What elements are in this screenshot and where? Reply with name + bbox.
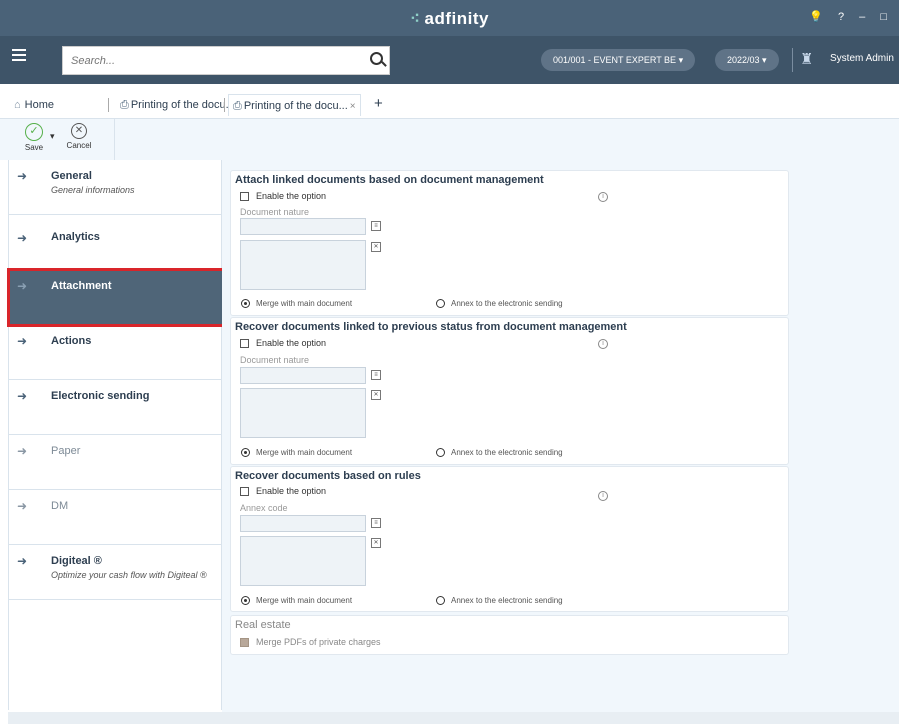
period-selector[interactable]: 2022/03 ▾ [715, 49, 779, 71]
card-title: Recover documents based on rules [235, 470, 421, 482]
main-content: Attach linked documents based on documen… [222, 160, 899, 712]
close-icon[interactable]: × [350, 101, 356, 112]
card-title: Attach linked documents based on documen… [235, 174, 544, 186]
field-label: Document nature [240, 355, 310, 365]
sidebar-item-analytics[interactable]: ➜ Analytics [9, 215, 223, 270]
field-label: Document nature [240, 207, 310, 217]
divider [114, 119, 115, 160]
info-icon[interactable]: i [598, 491, 608, 501]
document-nature-input[interactable] [240, 218, 366, 235]
add-tab-button[interactable]: + [374, 94, 383, 114]
action-bar: ✓ Save ▾ ✕ Cancel [0, 118, 899, 160]
top-toolbar: 001/001 - EVENT EXPERT BE ▾ 2022/03 ▾ ♜ … [0, 36, 899, 84]
recover-previous-status-card: Recover documents linked to previous sta… [230, 317, 789, 465]
sidebar-item-digiteal[interactable]: ➜ Digiteal ® Optimize your cash flow wit… [9, 545, 223, 600]
annex-code-input[interactable] [240, 515, 366, 532]
printer-icon: ⎙ [120, 99, 129, 111]
close-circle-icon: ✕ [71, 123, 87, 139]
tab-bar: ⌂Home ⎙Printing of the docu...× ⎙Printin… [0, 94, 899, 118]
arrow-right-icon: ➜ [17, 499, 28, 513]
sidebar-item-actions[interactable]: ➜ Actions [9, 325, 223, 380]
list-select-icon[interactable]: ≡ [371, 518, 381, 528]
tab-printing-2-active[interactable]: ⎙ Printing of the docu... × [228, 94, 361, 116]
attach-linked-documents-card: Attach linked documents based on documen… [230, 170, 789, 316]
arrow-right-icon: ➜ [17, 389, 28, 403]
user-name[interactable]: System Admin [830, 53, 894, 64]
info-icon[interactable]: i [598, 192, 608, 202]
lightbulb-icon[interactable]: 💡 [809, 11, 829, 23]
checkbox-label: Enable the option [256, 486, 327, 496]
recover-based-on-rules-card: Recover documents based on rules Enable … [230, 466, 789, 612]
arrow-right-icon: ➜ [17, 169, 28, 183]
sidebar-item-general[interactable]: ➜ General General informations [9, 160, 223, 215]
document-nature-list[interactable] [240, 388, 366, 438]
merge-radio[interactable] [241, 596, 250, 605]
home-icon: ⌂ [14, 99, 21, 111]
checkbox-label: Merge PDFs of private charges [256, 637, 381, 647]
user-icon[interactable]: ♜ [800, 50, 818, 68]
arrow-right-icon: ➜ [17, 231, 28, 245]
card-title: Real estate [235, 619, 291, 631]
arrow-right-icon: ➜ [17, 334, 28, 348]
annex-radio[interactable] [436, 596, 445, 605]
document-nature-list[interactable] [240, 240, 366, 290]
company-selector[interactable]: 001/001 - EVENT EXPERT BE ▾ [541, 49, 696, 71]
title-bar: ⁖ adfinity 💡 ? – □ [0, 0, 899, 36]
app-logo: ⁖ adfinity [410, 9, 489, 28]
arrow-right-icon: ➜ [17, 554, 28, 568]
annex-code-list[interactable] [240, 536, 366, 586]
tab-divider [224, 98, 225, 112]
search-icon[interactable] [370, 52, 383, 65]
section-sidebar: ➜ General General informations ➜ Analyti… [7, 160, 225, 710]
merge-radio[interactable] [241, 448, 250, 457]
printer-icon: ⎙ [233, 100, 242, 112]
tab-divider [108, 98, 109, 112]
enable-option-checkbox[interactable] [240, 487, 249, 496]
window-controls[interactable]: 💡 ? – □ [809, 10, 893, 23]
search-input[interactable] [63, 47, 353, 74]
real-estate-card: Real estate Merge PDFs of private charge… [230, 615, 789, 655]
checkbox-label: Enable the option [256, 338, 327, 348]
document-nature-input[interactable] [240, 367, 366, 384]
status-bar [8, 712, 899, 724]
enable-option-checkbox[interactable] [240, 192, 249, 201]
save-dropdown-icon[interactable]: ▾ [50, 131, 55, 142]
list-clear-icon[interactable]: ✕ [371, 538, 381, 548]
list-select-icon[interactable]: ≡ [371, 221, 381, 231]
save-button[interactable]: ✓ Save [22, 123, 46, 152]
merge-pdfs-checkbox[interactable] [240, 638, 249, 647]
sidebar-item-paper[interactable]: ➜ Paper [9, 435, 223, 490]
divider [792, 48, 793, 72]
checkmark-icon: ✓ [25, 123, 43, 141]
sidebar-item-attachment[interactable]: ➜ Attachment [7, 268, 225, 327]
cancel-button[interactable]: ✕ Cancel [66, 123, 92, 150]
annex-radio[interactable] [436, 299, 445, 308]
arrow-right-icon: ➜ [17, 444, 28, 458]
list-select-icon[interactable]: ≡ [371, 370, 381, 380]
list-clear-icon[interactable]: ✕ [371, 390, 381, 400]
card-title: Recover documents linked to previous sta… [235, 321, 627, 333]
checkbox-label: Enable the option [256, 191, 327, 201]
hamburger-menu-icon[interactable] [12, 49, 26, 61]
arrow-right-icon: ➜ [17, 279, 28, 293]
info-icon[interactable]: i [598, 339, 608, 349]
tab-home[interactable]: ⌂ Home [14, 94, 54, 116]
annex-radio[interactable] [436, 448, 445, 457]
sidebar-item-electronic-sending[interactable]: ➜ Electronic sending [9, 380, 223, 435]
sidebar-item-dm[interactable]: ➜ DM [9, 490, 223, 545]
enable-option-checkbox[interactable] [240, 339, 249, 348]
list-clear-icon[interactable]: ✕ [371, 242, 381, 252]
field-label: Annex code [240, 503, 288, 513]
search-box[interactable] [62, 46, 390, 75]
merge-radio[interactable] [241, 299, 250, 308]
